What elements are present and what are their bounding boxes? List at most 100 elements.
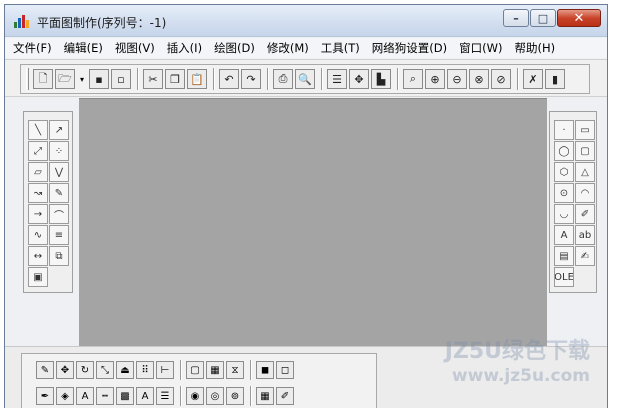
arc-shape-button[interactable]: ◡: [554, 204, 574, 224]
layer-props-button[interactable]: ▦: [256, 387, 274, 405]
pan-button[interactable]: ✥: [349, 69, 369, 89]
line-width-button[interactable]: ☰: [156, 387, 174, 405]
toolbar-separator: [213, 68, 215, 90]
ole-button[interactable]: OLE: [554, 267, 574, 287]
close-button[interactable]: ✕: [557, 9, 601, 27]
zoom-all-button[interactable]: ⊗: [469, 69, 489, 89]
ellipse-button[interactable]: ⊙: [554, 183, 574, 203]
select-button[interactable]: ✎: [36, 361, 54, 379]
drawing-canvas[interactable]: [79, 98, 547, 346]
pencil-button[interactable]: ✎: [49, 183, 69, 203]
close-icon: ✕: [573, 10, 585, 26]
eraser-button[interactable]: ▱: [28, 162, 48, 182]
save-all-button[interactable]: ▫: [111, 69, 131, 89]
triangle-button[interactable]: △: [575, 162, 595, 182]
rounded-rect-button[interactable]: ▢: [575, 141, 595, 161]
snap-button[interactable]: ◉: [186, 387, 204, 405]
print-button[interactable]: ⎙: [273, 69, 293, 89]
group-button[interactable]: ▢: [186, 361, 204, 379]
rotate-icon: ↻: [80, 364, 90, 376]
zoom-window-button[interactable]: ⌕: [403, 69, 423, 89]
circle-button[interactable]: ◯: [554, 141, 574, 161]
layer-button[interactable]: ☰: [327, 69, 347, 89]
match-props-button[interactable]: ✐: [276, 387, 294, 405]
delete-button[interactable]: ✗: [523, 69, 543, 89]
zoom-realtime-button[interactable]: ⊕: [425, 69, 445, 89]
zoom-extents-button[interactable]: ⊘: [491, 69, 511, 89]
menu-insert[interactable]: 插入(I): [167, 40, 202, 56]
text-icon: ab: [578, 229, 592, 241]
menu-draw[interactable]: 绘图(D): [214, 40, 255, 56]
semicircle-button[interactable]: ◠: [575, 183, 595, 203]
dimension-button[interactable]: ↔: [28, 246, 48, 266]
ray-button[interactable]: ↗: [49, 120, 69, 140]
point-button[interactable]: ·: [554, 120, 574, 140]
hatch-button[interactable]: ≡: [49, 225, 69, 245]
new-button[interactable]: 🗋: [33, 69, 53, 89]
line-color-button[interactable]: ✒: [36, 387, 54, 405]
text-style-button[interactable]: A: [554, 225, 574, 245]
menu-file[interactable]: 文件(F): [13, 40, 52, 56]
eraser-icon: ▱: [34, 166, 42, 178]
print-icon: ⎙: [278, 72, 288, 85]
font-button[interactable]: A: [136, 387, 154, 405]
edit-button[interactable]: ✐: [575, 204, 595, 224]
menu-edit[interactable]: 编辑(E): [64, 40, 103, 56]
properties-button[interactable]: ▮: [545, 69, 565, 89]
move-button[interactable]: ✥: [56, 361, 74, 379]
menu-dongle-settings[interactable]: 网络狗设置(D): [372, 40, 447, 56]
zoom-previous-button[interactable]: ⊖: [447, 69, 467, 89]
grid-button[interactable]: ▦: [206, 361, 224, 379]
menu-view[interactable]: 视图(V): [115, 40, 155, 56]
rotate-button[interactable]: ↻: [76, 361, 94, 379]
list-button[interactable]: ▤: [554, 246, 574, 266]
array-button[interactable]: ⠿: [136, 361, 154, 379]
ortho-button[interactable]: ◎: [206, 387, 224, 405]
paint-button[interactable]: ✍: [575, 246, 595, 266]
redo-button[interactable]: ↷: [241, 69, 261, 89]
xline-button[interactable]: ⤢: [28, 141, 48, 161]
menu-help[interactable]: 帮助(H): [514, 40, 555, 56]
bottom-toolbar-row-2: ✒ ◈ A ┅ ▩ A ☰ ◉ ◎ ⊚ ▦ ✐: [36, 386, 296, 406]
toolbar-grip[interactable]: [26, 68, 29, 90]
minimize-button[interactable]: –: [503, 9, 529, 27]
mirror-icon: ⏏: [120, 364, 130, 376]
measure-button[interactable]: ⊢: [156, 361, 174, 379]
arc-button[interactable]: ⌒: [49, 204, 69, 224]
font-color-button[interactable]: A: [76, 387, 94, 405]
menu-window[interactable]: 窗口(W): [459, 40, 502, 56]
points-button[interactable]: ⁘: [49, 141, 69, 161]
title-bar[interactable]: 平面图制作(序列号：-1) – □ ✕: [5, 5, 607, 37]
mirror-button[interactable]: ⏏: [116, 361, 134, 379]
copy-button[interactable]: ❐: [165, 69, 185, 89]
insert-block-button[interactable]: ⧉: [49, 246, 69, 266]
chart-button[interactable]: ▙: [371, 69, 391, 89]
curve-button[interactable]: ↝: [28, 183, 48, 203]
bring-front-button[interactable]: ◼: [256, 361, 274, 379]
rectangle-button[interactable]: ▭: [575, 120, 595, 140]
fill-color-button[interactable]: ◈: [56, 387, 74, 405]
polyline-button[interactable]: ⋁: [49, 162, 69, 182]
save-button[interactable]: ▪: [89, 69, 109, 89]
arrow-button[interactable]: →: [28, 204, 48, 224]
scale-button[interactable]: ⤡: [96, 361, 114, 379]
open-button[interactable]: 🗁: [55, 69, 75, 89]
mirror-h-button[interactable]: ⧖: [226, 361, 244, 379]
print-preview-button[interactable]: 🔍: [295, 69, 315, 89]
polygon-button[interactable]: ⬡: [554, 162, 574, 182]
image-button[interactable]: ▣: [28, 267, 48, 287]
maximize-button[interactable]: □: [530, 9, 556, 27]
menu-tools[interactable]: 工具(T): [321, 40, 360, 56]
wave-button[interactable]: ∿: [28, 225, 48, 245]
send-back-button[interactable]: ◻: [276, 361, 294, 379]
undo-button[interactable]: ↶: [219, 69, 239, 89]
line-type-button[interactable]: ┅: [96, 387, 114, 405]
open-dropdown-button[interactable]: ▾: [77, 69, 87, 89]
text-button[interactable]: ab: [575, 225, 595, 245]
pattern-button[interactable]: ▩: [116, 387, 134, 405]
cut-button[interactable]: ✂: [143, 69, 163, 89]
line-button[interactable]: ╲: [28, 120, 48, 140]
osnap-button[interactable]: ⊚: [226, 387, 244, 405]
paste-button[interactable]: 📋: [187, 69, 207, 89]
menu-modify[interactable]: 修改(M): [267, 40, 309, 56]
